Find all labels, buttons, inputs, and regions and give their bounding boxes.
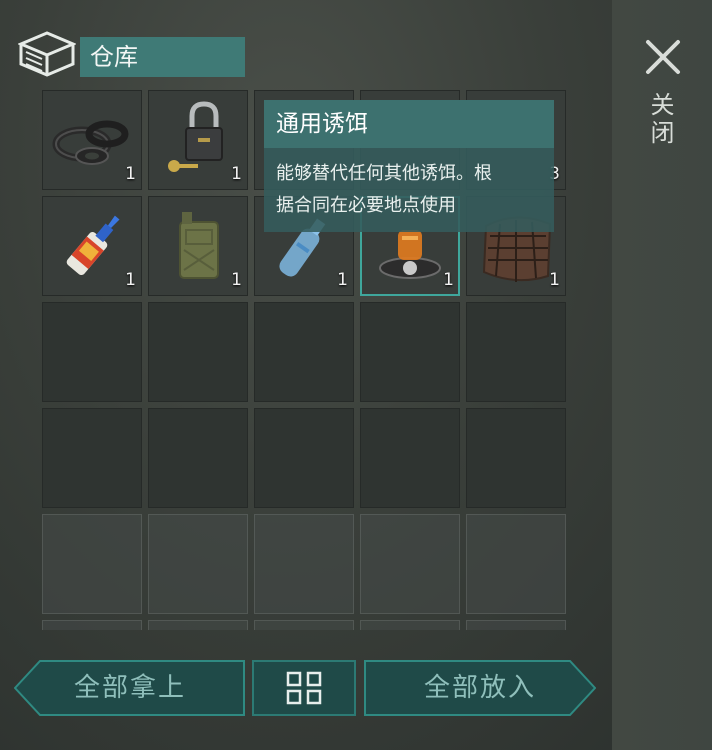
inventory-slot-empty[interactable] [148,302,248,402]
sort-grid-icon [286,671,322,705]
inventory-slot-empty[interactable] [254,302,354,402]
inventory-slot-empty[interactable] [466,302,566,402]
inventory-slot-locked [360,514,460,614]
inventory-slot-locked [466,514,566,614]
take-all-button[interactable]: 全部拿上 [14,660,246,716]
inventory-slot-locked [360,620,460,630]
inventory-slot-locked [254,620,354,630]
put-all-label: 全部放入 [423,673,536,703]
inventory-slot-super-glue[interactable]: 1 [42,196,142,296]
inventory-slot-locked [42,620,142,630]
item-quantity: 1 [231,164,242,184]
inventory-slot-locked [254,514,354,614]
inventory-slot-empty[interactable] [360,408,460,508]
close-label[interactable]: 关闭 [646,92,678,148]
take-all-label: 全部拿上 [73,673,186,703]
storage-box-icon [17,30,77,78]
tooltip-title: 通用诱饵 [264,100,554,148]
tooltip-description-line: 据合同在必要地点使用 [276,195,456,216]
item-quantity: 1 [337,270,348,290]
put-all-button[interactable]: 全部放入 [364,660,596,716]
item-tooltip: 通用诱饵 能够替代任何其他诱饵。根 据合同在必要地点使用 [264,100,554,232]
inventory-slot-locked [466,620,566,630]
storage-title: 仓库 [80,37,245,77]
inventory-slot-empty[interactable] [466,408,566,508]
inventory-slot-jerrycan[interactable]: 1 [148,196,248,296]
item-quantity: 1 [443,270,454,290]
super-glue-icon [66,215,120,276]
inventory-slot-locked [148,620,248,630]
jerrycan-icon [179,212,219,279]
item-quantity: 1 [549,270,560,290]
inventory-slot-padlock[interactable]: 1 [148,90,248,190]
close-icon [646,40,680,74]
tooltip-description: 能够替代任何其他诱饵。根 据合同在必要地点使用 [264,148,554,222]
padlock-with-key-icon [168,101,223,172]
inventory-slot-locked [42,514,142,614]
inventory-slot-rubber-seals[interactable]: 1 [42,90,142,190]
rubber-seals-icon [52,120,129,165]
close-button[interactable] [640,34,686,80]
inventory-slot-empty[interactable] [42,408,142,508]
sort-button[interactable] [252,660,356,716]
inventory-slot-empty[interactable] [360,302,460,402]
inventory-slot-locked [148,514,248,614]
item-quantity: 1 [125,164,136,184]
inventory-slot-empty[interactable] [148,408,248,508]
inventory-slot-empty[interactable] [42,302,142,402]
item-quantity: 1 [125,270,136,290]
item-quantity: 1 [231,270,242,290]
inventory-slot-empty[interactable] [254,408,354,508]
tooltip-description-line: 能够替代任何其他诱饵。根 [276,163,492,184]
